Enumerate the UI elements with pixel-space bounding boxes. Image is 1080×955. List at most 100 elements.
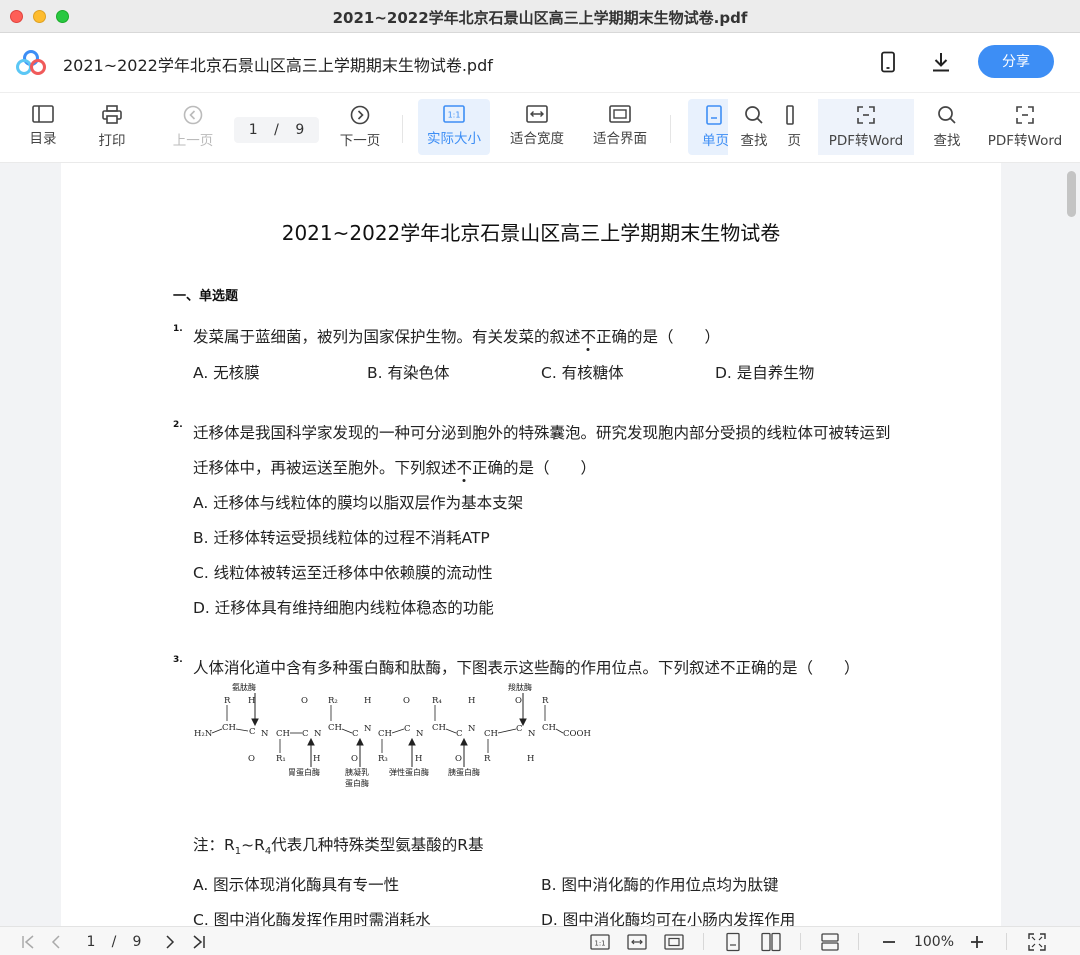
first-page-button[interactable] — [20, 932, 36, 952]
option-b: B. 有染色体 — [367, 364, 450, 382]
fit-page-icon — [664, 934, 684, 950]
section-title: 一、单选题 — [173, 289, 239, 304]
toc-icon — [32, 105, 54, 123]
document-viewport[interactable]: 2021~2022学年北京石景山区高三上学期期末生物试卷 一、单选题 1. 发菜… — [0, 163, 1080, 926]
svg-text:R₁: R₁ — [276, 754, 286, 764]
page-total: 9 — [295, 122, 305, 138]
next-page-button[interactable]: 下一页 — [335, 99, 385, 155]
pdf-to-word-button-2[interactable]: PDF转Word — [982, 99, 1068, 155]
fit-page-button[interactable]: 适合界面 — [588, 99, 652, 155]
find-overlay-button[interactable]: 查找 — [728, 99, 780, 155]
svg-text:C: C — [404, 724, 411, 734]
label-chymotrypsin-2: 蛋白酶 — [345, 778, 369, 788]
svg-text:H: H — [364, 696, 371, 706]
zoom-in-button[interactable] — [968, 932, 986, 952]
svg-text:O: O — [455, 754, 462, 764]
share-button[interactable]: 分享 — [978, 45, 1054, 78]
prev-page-small-button[interactable] — [48, 932, 64, 952]
fit-width-button[interactable]: 适合宽度 — [505, 99, 569, 155]
double-page-button[interactable] — [760, 932, 782, 952]
svg-text:CH: CH — [222, 723, 236, 733]
zoom-out-button[interactable] — [880, 932, 898, 952]
toc-button[interactable]: 目录 — [20, 99, 66, 155]
app-logo-icon — [16, 50, 46, 75]
svg-text:C: C — [352, 729, 359, 739]
option-b: B. 图中消化酶的作用位点均为肽键 — [541, 876, 779, 894]
zoom-level[interactable]: 100% — [908, 932, 960, 952]
scrollbar-track[interactable] — [1062, 163, 1080, 926]
actual-size-button[interactable]: 1:1 实际大小 — [418, 99, 490, 155]
app-header: 2021~2022学年北京石景山区高三上学期期末生物试卷.pdf 分享 — [0, 33, 1080, 93]
fit-width-icon — [526, 105, 548, 123]
bottom-divider — [1006, 933, 1007, 950]
prev-page-button[interactable]: 上一页 — [168, 99, 218, 155]
document-title: 2021~2022学年北京石景山区高三上学期期末生物试卷 — [281, 221, 781, 245]
svg-text:CH: CH — [276, 729, 290, 739]
find-label: 查找 — [933, 133, 961, 149]
convert-icon — [1016, 106, 1034, 124]
peptide-diagram: 氨肽酶 羧肽酶 H₂N COOH CH C N CH C N CHC N CH C N CHC… — [194, 682, 591, 788]
pdf-to-word-label-1: PDF转Word — [828, 133, 904, 149]
toc-label: 目录 — [29, 131, 57, 147]
fit-page-small-button[interactable] — [664, 932, 684, 952]
label-aminopeptidase: 氨肽酶 — [232, 682, 256, 692]
next-page-small-button[interactable] — [162, 932, 178, 952]
svg-text:C: C — [249, 727, 256, 737]
backbone: CH C N CH C N CHC N CH C N CHC N CH C N CH RR₁R₂ R… — [211, 696, 564, 764]
question-text: 发菜属于蓝细菌，被列为国家保护生物。有关发菜的叙述 — [193, 328, 581, 346]
page-overlay-button[interactable]: 页 — [775, 99, 805, 155]
search-icon — [938, 106, 956, 124]
bottom-divider — [800, 933, 801, 950]
single-page-small-button[interactable] — [724, 932, 742, 952]
option-c: C. 线粒体被转运至迁移体中依赖膜的流动性 — [193, 564, 493, 582]
svg-text:CH: CH — [542, 723, 556, 733]
last-page-button[interactable] — [191, 932, 207, 952]
bottom-page-current[interactable]: 1 — [84, 932, 98, 952]
label-h2n: H₂N — [194, 729, 213, 739]
actual-size-icon: 1:1 — [590, 934, 610, 950]
option-c: C. 有核糖体 — [541, 364, 624, 382]
svg-text:O: O — [403, 696, 410, 706]
svg-text:C: C — [456, 729, 463, 739]
scrollbar-thumb[interactable] — [1067, 171, 1076, 217]
label-cooh: COOH — [563, 729, 591, 739]
fit-width-small-button[interactable] — [627, 932, 647, 952]
first-page-icon — [22, 935, 34, 949]
convert-icon — [857, 106, 875, 124]
minus-icon — [883, 941, 895, 943]
continuous-scroll-button[interactable] — [820, 932, 840, 952]
file-name: 2021~2022学年北京石景山区高三上学期期末生物试卷.pdf — [63, 56, 493, 75]
option-c: C. 图中消化酶发挥作用时需消耗水 — [193, 911, 431, 926]
page-number-input[interactable]: 1 / 9 — [234, 117, 319, 143]
fit-width-icon — [627, 934, 647, 950]
print-button[interactable]: 打印 — [89, 99, 135, 155]
svg-text:H: H — [527, 754, 534, 764]
find-button[interactable]: 查找 — [924, 99, 970, 155]
question-text: 正确的是（ ） — [472, 459, 597, 477]
mobile-icon[interactable] — [876, 50, 900, 74]
svg-text:N: N — [468, 724, 476, 734]
next-page-label: 下一页 — [339, 133, 381, 149]
continuous-scroll-icon — [821, 933, 839, 951]
pdf-page: 2021~2022学年北京石景山区高三上学期期末生物试卷 一、单选题 1. 发菜… — [61, 163, 1001, 926]
download-icon[interactable] — [929, 50, 953, 74]
svg-text:CH: CH — [378, 729, 392, 739]
search-icon — [745, 106, 763, 124]
bottom-divider — [858, 933, 859, 950]
actual-size-small-button[interactable]: 1:1 — [590, 932, 610, 952]
question-3-note: 注：R1~R4代表几种特殊类型氨基酸的R基 — [193, 833, 484, 857]
toolbar-divider — [402, 115, 403, 143]
single-page-icon — [726, 932, 740, 952]
fullscreen-button[interactable] — [1027, 932, 1047, 952]
option-a: A. 迁移体与线粒体的膜均以脂双层作为基本支架 — [193, 494, 524, 512]
question-number: 2. — [173, 420, 183, 430]
pdf-to-word-button-1[interactable]: PDF转Word — [818, 99, 914, 155]
svg-text:1:1: 1:1 — [594, 940, 605, 948]
page-overlay-label: 页 — [787, 133, 802, 149]
svg-text:O: O — [248, 754, 255, 764]
question-text: 迁移体中，再被运送至胞外。下列叙述 — [193, 459, 457, 477]
svg-text:CH: CH — [484, 729, 498, 739]
svg-text:N: N — [364, 724, 372, 734]
question-number: 1. — [173, 324, 183, 334]
question-text: 正确的是（ ） — [596, 328, 721, 346]
